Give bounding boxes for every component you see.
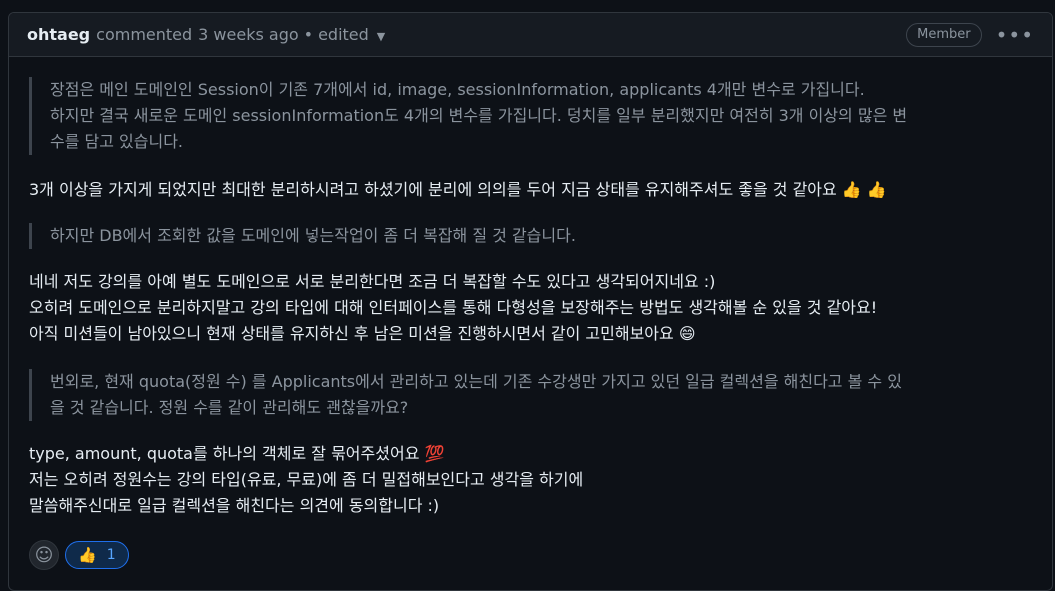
comment-card: ohtaeg commented 3 weeks ago • edited ▼ …: [8, 12, 1053, 591]
reply-paragraph-1: 3개 이상을 가지게 되었지만 최대한 분리하시려고 하셨기에 분리에 의의를 …: [29, 180, 887, 199]
comment-time[interactable]: 3 weeks ago: [198, 25, 298, 44]
role-badge: Member: [906, 22, 982, 47]
thumbs-up-reaction[interactable]: 👍 1: [65, 541, 129, 569]
author-name[interactable]: ohtaeg: [27, 25, 90, 44]
smiley-icon[interactable]: ☺: [29, 540, 59, 570]
comment-body: 장점은 메인 도메인인 Session이 기존 7개에서 id, image, …: [9, 57, 1052, 519]
quote-block-3: 번외로, 현재 quota(정원 수) 를 Applicants에서 관리하고 …: [29, 369, 1032, 421]
reply-line: 말씀해주신대로 일급 컬렉션을 해친다는 의견에 동의합니다 :): [29, 496, 440, 515]
quote-line: 을 것 같습니다. 정원 수를 같이 관리해도 괜찮을까요?: [50, 398, 409, 417]
quote-line: 하지만 결국 새로운 도메인 sessionInformation도 4개의 변…: [50, 106, 908, 125]
quote-line: 수를 담고 있습니다.: [50, 132, 184, 151]
reply-line: 네네 저도 강의를 아예 별도 도메인으로 서로 분리한다면 조금 더 복잡할 …: [29, 272, 716, 291]
reply-line: 저는 오히려 정원수는 강의 타입(유료, 무료)에 좀 더 밀접해보인다고 생…: [29, 470, 584, 489]
reply-line: 아직 미션들이 남아있으니 현재 상태를 유지하신 후 남은 미션을 진행하시면…: [29, 324, 696, 343]
reply-paragraph-2: 네네 저도 강의를 아예 별도 도메인으로 서로 분리한다면 조금 더 복잡할 …: [29, 269, 1032, 347]
reply-paragraph-3: type, amount, quota를 하나의 객체로 잘 묶어주셨어요 💯 …: [29, 441, 1032, 519]
reply-line: 오히려 도메인으로 분리하지말고 강의 타입에 대해 인터페이스를 통해 다형성…: [29, 298, 878, 317]
kebab-menu-icon[interactable]: •••: [996, 23, 1034, 47]
quote-block-1: 장점은 메인 도메인인 Session이 기존 7개에서 id, image, …: [29, 77, 1032, 155]
comment-action: commented: [96, 25, 193, 44]
quote-block-2: 하지만 DB에서 조회한 값을 도메인에 넣는작업이 좀 더 복잡해 질 것 같…: [29, 223, 1032, 249]
thumbs-up-icon: 👍: [78, 546, 97, 564]
quote-line: 하지만 DB에서 조회한 값을 도메인에 넣는작업이 좀 더 복잡해 질 것 같…: [50, 226, 576, 245]
comment-header: ohtaeg commented 3 weeks ago • edited ▼ …: [9, 13, 1052, 57]
reactions-bar: ☺ 👍 1: [29, 540, 129, 570]
separator-dot: •: [303, 25, 314, 44]
quote-line: 번외로, 현재 quota(정원 수) 를 Applicants에서 관리하고 …: [50, 372, 902, 391]
quote-line: 장점은 메인 도메인인 Session이 기존 7개에서 id, image, …: [50, 80, 865, 99]
reaction-count: 1: [106, 547, 116, 563]
chevron-down-icon[interactable]: ▼: [377, 30, 385, 43]
reply-line: type, amount, quota를 하나의 객체로 잘 묶어주셨어요 💯: [29, 444, 445, 463]
edited-label[interactable]: edited: [318, 25, 369, 44]
